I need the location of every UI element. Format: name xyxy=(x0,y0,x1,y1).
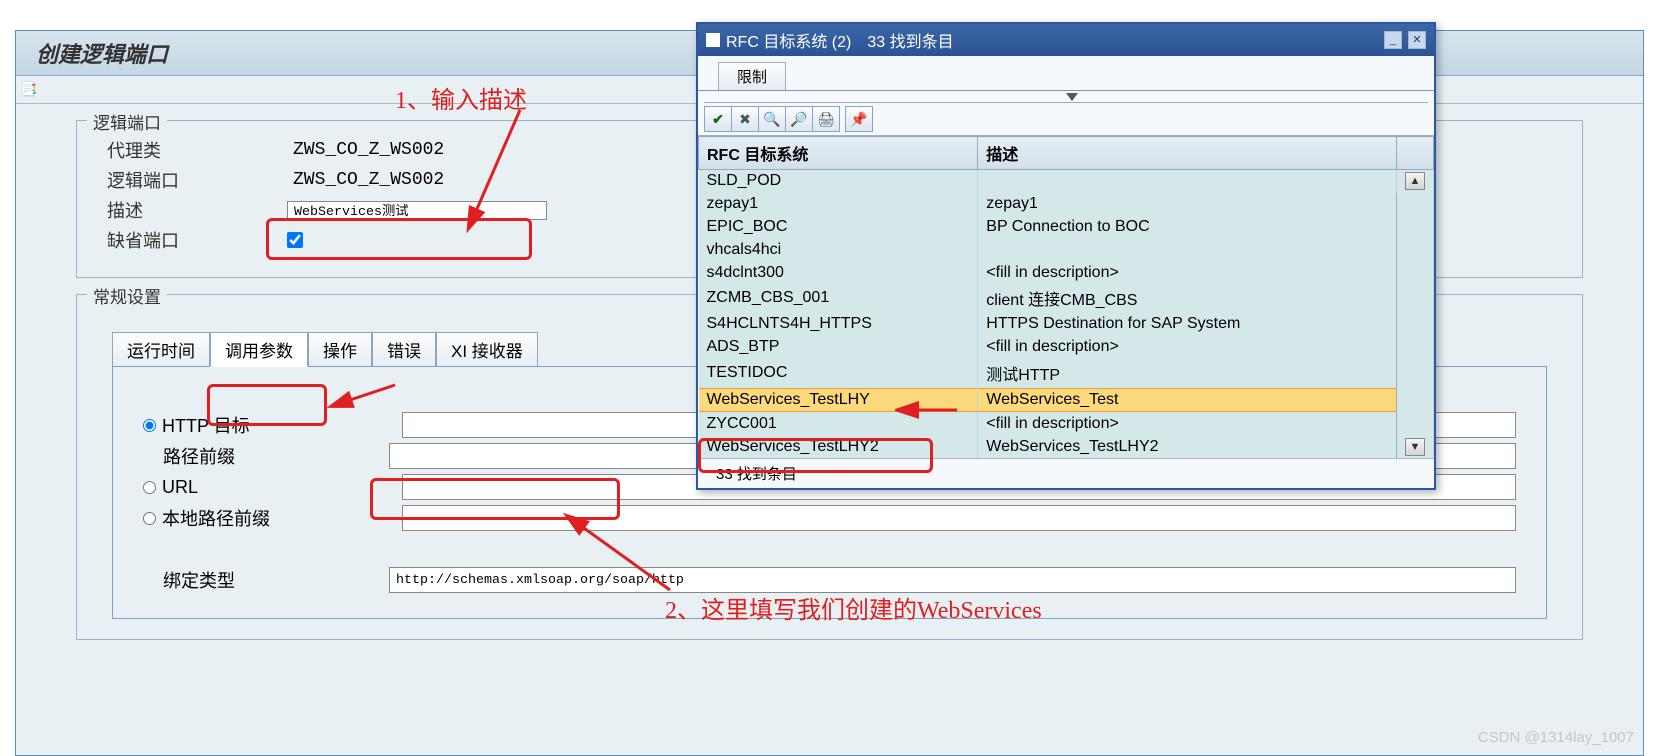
cell-desc: client 连接CMB_CBS xyxy=(978,284,1397,313)
popup-subtitle: 33 找到条目 xyxy=(867,28,953,52)
url-label: URL xyxy=(162,477,402,498)
cell-rfc: zepay1 xyxy=(699,193,978,216)
table-row[interactable]: ZCMB_CBS_001client 连接CMB_CBS xyxy=(699,284,1434,313)
local-path-input[interactable] xyxy=(402,505,1516,531)
popup-lead-icon xyxy=(706,33,720,47)
binding-type-label: 绑定类型 xyxy=(163,567,389,593)
settings-fieldset-legend: 常规设置 xyxy=(87,283,167,308)
cell-desc: <fill in description> xyxy=(978,336,1397,359)
desc-label: 描述 xyxy=(107,197,287,223)
cell-rfc: EPIC_BOC xyxy=(699,216,978,239)
cell-rfc: TESTIDOC xyxy=(699,358,978,388)
cell-desc: WebServices_Test xyxy=(978,388,1397,412)
local-path-radio[interactable] xyxy=(143,512,156,525)
accept-icon[interactable]: ✔ xyxy=(704,106,732,132)
table-row[interactable]: SLD_POD▲▼ xyxy=(699,170,1434,193)
proxy-class-label: 代理类 xyxy=(107,137,287,163)
table-row[interactable]: S4HCLNTS4H_HTTPSHTTPS Destination for SA… xyxy=(699,313,1434,336)
table-row[interactable]: ADS_BTP<fill in description> xyxy=(699,336,1434,359)
proxy-class-value: ZWS_CO_Z_WS002 xyxy=(287,139,647,161)
hierarchy-icon[interactable]: 📑 xyxy=(20,81,37,98)
popup-tab-restrict[interactable]: 限制 xyxy=(718,62,786,90)
cell-rfc: s4dclnt300 xyxy=(699,261,978,284)
cell-desc: WebServices_TestLHY2 xyxy=(978,435,1397,458)
scroll-up-icon[interactable]: ▲ xyxy=(1405,172,1425,190)
binding-type-input[interactable] xyxy=(389,567,1516,593)
table-row[interactable]: WebServices_TestLHY2WebServices_TestLHY2 xyxy=(699,435,1434,458)
table-row[interactable]: zepay1zepay1 xyxy=(699,193,1434,216)
cell-rfc: WebServices_TestLHY xyxy=(699,388,978,412)
search-icon[interactable]: 🔍 xyxy=(758,106,786,132)
port-fieldset-legend: 逻辑端口 xyxy=(87,109,167,134)
table-row[interactable]: WebServices_TestLHYWebServices_Test xyxy=(699,388,1434,412)
table-row[interactable]: ZYCC001<fill in description> xyxy=(699,412,1434,435)
rfc-popup: RFC 目标系统 (2) 33 找到条目 _ ✕ 限制 ✔ ✖ 🔍 🔎 🖨 📌 … xyxy=(696,22,1436,490)
scroll-head xyxy=(1397,137,1434,170)
cell-rfc: WebServices_TestLHY2 xyxy=(699,435,978,458)
tab-operations[interactable]: 操作 xyxy=(308,332,372,366)
scroll-down-icon[interactable]: ▼ xyxy=(1405,438,1425,456)
table-row[interactable]: s4dclnt300<fill in description> xyxy=(699,261,1434,284)
cell-desc: <fill in description> xyxy=(978,412,1397,435)
local-path-label: 本地路径前缀 xyxy=(162,505,402,531)
cell-desc: HTTPS Destination for SAP System xyxy=(978,313,1397,336)
search-plus-icon[interactable]: 🔎 xyxy=(785,106,813,132)
close-icon[interactable]: ✕ xyxy=(1408,31,1426,49)
rfc-table: RFC 目标系统 描述 SLD_POD▲▼zepay1zepay1EPIC_BO… xyxy=(698,136,1434,458)
default-port-label: 缺省端口 xyxy=(107,227,287,253)
tab-errors[interactable]: 错误 xyxy=(372,332,436,366)
table-row[interactable]: TESTIDOC测试HTTP xyxy=(699,358,1434,388)
cell-desc: <fill in description> xyxy=(978,261,1397,284)
default-port-checkbox[interactable] xyxy=(287,232,303,248)
scrollbar[interactable]: ▲▼ xyxy=(1397,170,1434,459)
popup-titlebar: RFC 目标系统 (2) 33 找到条目 _ ✕ xyxy=(698,24,1434,56)
cell-desc: zepay1 xyxy=(978,193,1397,216)
popup-title-text: RFC 目标系统 (2) xyxy=(726,28,851,52)
table-row[interactable]: EPIC_BOCBP Connection to BOC xyxy=(699,216,1434,239)
table-row[interactable]: vhcals4hci xyxy=(699,238,1434,261)
col-rfc[interactable]: RFC 目标系统 xyxy=(699,137,978,170)
popup-divider xyxy=(704,91,1428,103)
cell-desc: BP Connection to BOC xyxy=(978,216,1397,239)
tab-call-params[interactable]: 调用参数 xyxy=(210,332,308,367)
cancel-icon[interactable]: ✖ xyxy=(731,106,759,132)
cell-rfc: ADS_BTP xyxy=(699,336,978,359)
popup-toolbar: ✔ ✖ 🔍 🔎 🖨 📌 xyxy=(698,103,1434,136)
tab-xi-receiver[interactable]: XI 接收器 xyxy=(436,332,538,366)
desc-input[interactable] xyxy=(287,201,547,220)
cell-desc xyxy=(978,238,1397,261)
minimize-icon[interactable]: _ xyxy=(1384,31,1402,49)
path-prefix-label: 路径前缀 xyxy=(163,443,389,469)
cell-rfc: SLD_POD xyxy=(699,170,978,193)
cell-desc: 测试HTTP xyxy=(978,358,1397,388)
col-desc[interactable]: 描述 xyxy=(978,137,1397,170)
watermark: CSDN @1314lay_1007 xyxy=(1478,729,1634,746)
http-target-label: HTTP 目标 xyxy=(162,412,402,438)
port-name-label: 逻辑端口 xyxy=(107,167,287,193)
cell-rfc: vhcals4hci xyxy=(699,238,978,261)
cell-desc xyxy=(978,170,1397,193)
pin-icon[interactable]: 📌 xyxy=(845,106,873,132)
url-radio[interactable] xyxy=(143,481,156,494)
cell-rfc: ZCMB_CBS_001 xyxy=(699,284,978,313)
tab-runtime[interactable]: 运行时间 xyxy=(112,332,210,366)
popup-footer: 33 找到条目 xyxy=(698,458,1434,488)
http-target-radio[interactable] xyxy=(143,419,156,432)
port-name-value: ZWS_CO_Z_WS002 xyxy=(287,169,647,191)
cell-rfc: S4HCLNTS4H_HTTPS xyxy=(699,313,978,336)
print-icon[interactable]: 🖨 xyxy=(812,106,840,132)
cell-rfc: ZYCC001 xyxy=(699,412,978,435)
